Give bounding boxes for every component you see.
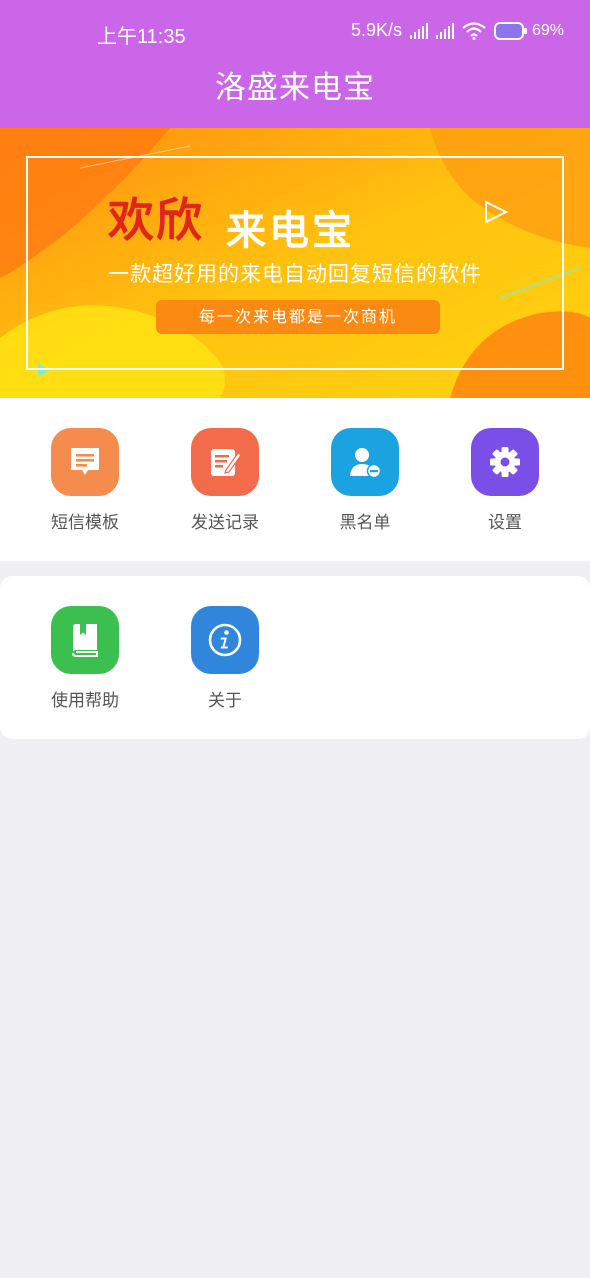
menu-panel-secondary: 使用帮助 关于 — [0, 576, 590, 739]
settings-gear-icon — [471, 428, 539, 496]
help-book-icon — [51, 606, 119, 674]
signal-icon — [409, 22, 428, 39]
menu-label-settings: 设置 — [488, 513, 522, 533]
menu-label-send-record: 发送记录 — [191, 513, 259, 533]
about-info-icon — [191, 606, 259, 674]
banner-description: 一款超好用的来电自动回复短信的软件 — [108, 262, 482, 286]
status-indicators: 5.9K/s 69% — [351, 20, 564, 41]
status-time: 上午11:35 — [97, 26, 186, 48]
menu-item-settings[interactable]: 设置 — [435, 428, 575, 533]
banner-app-name: 来电宝 — [226, 208, 355, 254]
menu-item-sms-template[interactable]: 短信模板 — [15, 428, 155, 533]
send-record-icon — [191, 428, 259, 496]
menu-label-sms-template: 短信模板 — [51, 513, 119, 533]
sms-template-icon — [51, 428, 119, 496]
menu-label-blacklist: 黑名单 — [339, 513, 391, 533]
menu-label-help: 使用帮助 — [51, 691, 119, 711]
banner-welcome: 欢欣 — [108, 193, 204, 247]
menu-item-about[interactable]: 关于 — [155, 606, 295, 711]
signal-icon-2 — [435, 22, 454, 39]
blacklist-icon — [331, 428, 399, 496]
battery-level: 69% — [531, 21, 564, 39]
banner-slogan: 每一次来电都是一次商机 — [156, 300, 440, 334]
net-speed: 5.9K/s — [350, 20, 402, 40]
menu-item-help[interactable]: 使用帮助 — [15, 606, 155, 711]
app-header: 上午11:35 5.9K/s 69% 洛盛来电宝 — [0, 0, 590, 128]
menu-item-blacklist[interactable]: 黑名单 — [295, 428, 435, 533]
page-title: 洛盛来电宝 — [215, 70, 375, 106]
battery-icon — [493, 21, 527, 40]
menu-item-send-record[interactable]: 发送记录 — [155, 428, 295, 533]
promo-banner: 欢欣 来电宝 一款超好用的来电自动回复短信的软件 每一次来电都是一次商机 — [0, 128, 590, 398]
wifi-icon — [462, 21, 486, 40]
menu-label-about: 关于 — [208, 691, 242, 711]
menu-panel-main: 短信模板 发送记录 黑名单 设置 — [0, 398, 590, 561]
